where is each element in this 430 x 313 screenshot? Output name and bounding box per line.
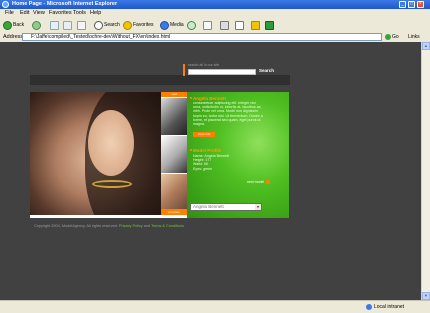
next-model-label: next model: [247, 180, 265, 184]
messenger-icon: [265, 20, 274, 30]
toolbar: Back Search Favorites Media: [0, 18, 430, 33]
maximize-button[interactable]: □: [408, 1, 415, 8]
window-title: Home Page - Microsoft Internet Explorer: [12, 1, 118, 7]
menu-tools[interactable]: Tools: [73, 10, 86, 16]
edit-icon: [235, 20, 244, 30]
media-button[interactable]: Media: [160, 20, 184, 30]
site-search-input[interactable]: [188, 69, 256, 75]
refresh-icon: [63, 20, 72, 30]
menu-help[interactable]: Help: [90, 10, 101, 16]
copyright-text: Copyright 2004, ModelAgency. All rights …: [34, 224, 118, 228]
window-title-bar: Home Page - Microsoft Internet Explorer …: [0, 0, 430, 9]
profile-line: Eyes: green: [193, 166, 213, 171]
search-label: Search: [104, 22, 120, 28]
media-icon: [160, 20, 169, 30]
ie-logo-icon: [2, 1, 9, 8]
back-label: Back: [13, 22, 25, 28]
search-accent: [183, 64, 185, 76]
forward-arrow-icon: [32, 20, 41, 30]
messenger-button[interactable]: [265, 20, 274, 30]
model-select[interactable]: Angela Bennett ▼: [190, 203, 262, 211]
site-search-button[interactable]: Search: [259, 68, 274, 73]
chevron-down-icon: ▼: [255, 204, 261, 210]
site-header-bar: [30, 75, 290, 85]
terms-link[interactable]: Terms & Conditions: [151, 224, 184, 228]
search-icon: [94, 20, 103, 30]
discuss-button[interactable]: [251, 20, 260, 30]
back-button[interactable]: Back: [3, 20, 24, 30]
forward-button[interactable]: [32, 20, 41, 30]
profile-details: Name: Angela Bennett Height: 177 Waist: …: [193, 154, 229, 171]
menu-file[interactable]: File: [5, 10, 14, 16]
globe-icon: [366, 304, 372, 310]
zone-label: Local intranet: [374, 304, 405, 310]
edit-button[interactable]: [235, 20, 244, 30]
bullet-icon: [190, 149, 192, 151]
bullet-icon: [190, 97, 192, 99]
scroll-up-button[interactable]: ▲: [422, 42, 430, 50]
mail-icon: [203, 20, 212, 30]
history-button[interactable]: [187, 20, 196, 30]
privacy-policy-link[interactable]: Privacy Policy: [119, 224, 143, 228]
address-input[interactable]: F:\Jaffe\compiled\_Tested\ochre-dev\With…: [22, 33, 382, 41]
menu-favorites[interactable]: Favorites: [49, 10, 72, 16]
site-footer: Copyright 2004, ModelAgency. All rights …: [34, 224, 184, 228]
close-button[interactable]: ×: [417, 1, 424, 8]
web-page: search all in our site Search next previ…: [0, 42, 421, 300]
footer-and: and: [143, 224, 151, 228]
arrow-right-icon: [266, 180, 271, 184]
media-label: Media: [170, 22, 184, 28]
favorites-button[interactable]: Favorites: [123, 20, 154, 30]
minimize-button[interactable]: _: [399, 1, 406, 8]
go-label: Go: [392, 34, 399, 40]
security-zone: Local intranet: [366, 304, 404, 310]
history-icon: [187, 20, 196, 30]
thumbs-next-button[interactable]: next: [161, 92, 187, 97]
model-info-panel: Angela Bennett consectetuer adipiscing e…: [187, 92, 289, 218]
search-hint: search all in our site: [188, 63, 220, 67]
print-icon: [220, 20, 229, 30]
thumbnail-2[interactable]: [161, 136, 187, 173]
go-button[interactable]: Go: [385, 33, 403, 41]
mail-button[interactable]: [203, 20, 212, 30]
scroll-down-button[interactable]: ▼: [422, 292, 430, 300]
links-button[interactable]: Links: [408, 34, 420, 40]
back-arrow-icon: [3, 20, 12, 30]
model-photo: [30, 92, 161, 215]
status-bar: Local intranet: [0, 300, 430, 313]
refresh-button[interactable]: [63, 20, 72, 30]
folder-icon: [251, 20, 260, 30]
home-icon: [77, 20, 86, 30]
vertical-scrollbar[interactable]: ▲ ▼: [421, 42, 430, 300]
thumbs-previous-button[interactable]: previous: [161, 209, 187, 215]
stop-icon: [50, 20, 59, 30]
thumbnail-3[interactable]: [161, 174, 187, 209]
photo-face: [88, 110, 134, 176]
home-button[interactable]: [77, 20, 86, 30]
menu-view[interactable]: View: [33, 10, 45, 16]
next-model-link[interactable]: next model: [247, 180, 271, 184]
star-icon: [123, 20, 132, 30]
address-label: Address: [3, 34, 24, 40]
profile-heading: Model Profile: [193, 148, 222, 153]
model-select-value: Angela Bennett: [193, 204, 224, 209]
favorites-label: Favorites: [133, 22, 154, 28]
menu-edit[interactable]: Edit: [20, 10, 29, 16]
photo-necklace: [92, 180, 132, 188]
more-info-button[interactable]: more info: [193, 132, 215, 137]
stop-button[interactable]: [50, 20, 59, 30]
go-arrow-icon: [385, 34, 391, 40]
model-showcase: next previous Angela Bennett consectetue…: [30, 92, 289, 218]
print-button[interactable]: [220, 20, 229, 30]
model-bio: consectetuer adipiscing elit. Integer ni…: [193, 101, 263, 127]
search-button[interactable]: Search: [94, 20, 120, 30]
thumbnail-1[interactable]: [161, 98, 187, 135]
